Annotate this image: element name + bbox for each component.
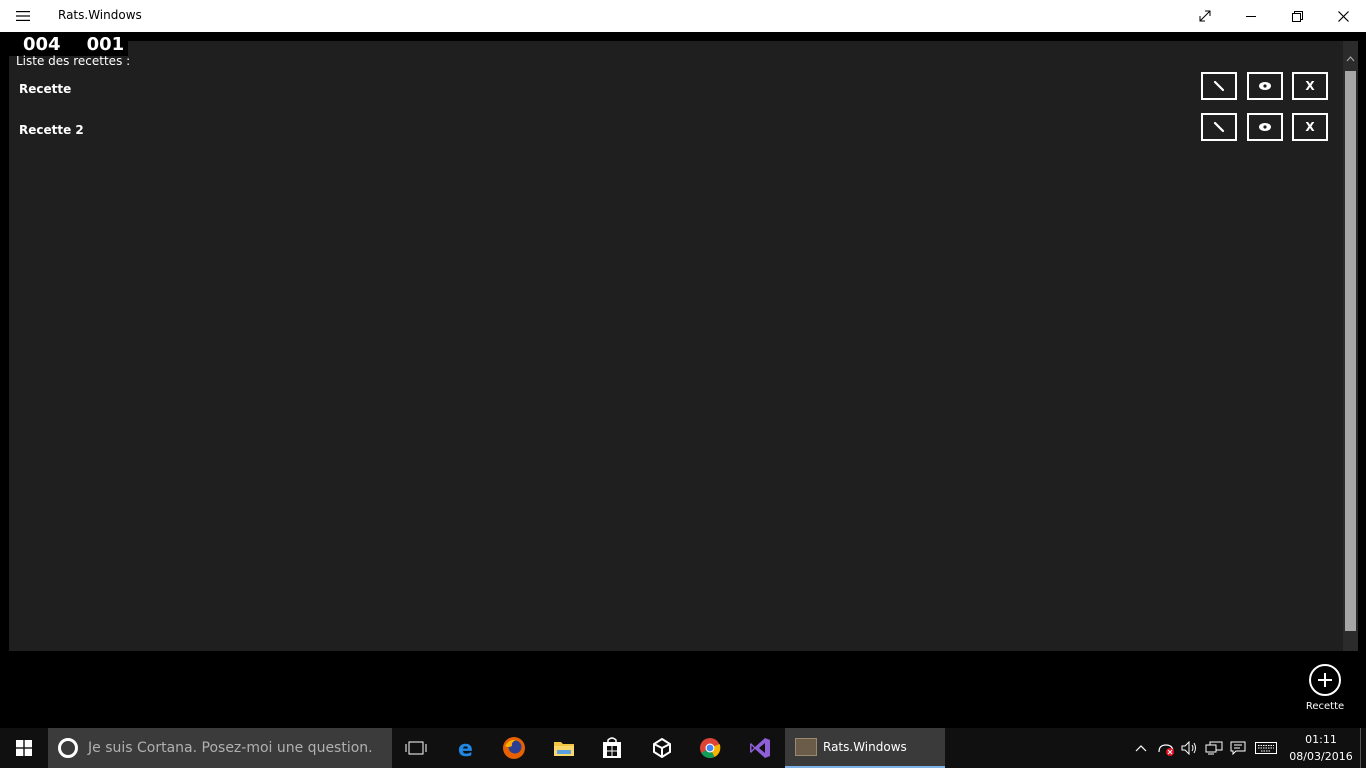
scroll-up-icon[interactable] — [1346, 55, 1355, 64]
active-app-label: Rats.Windows — [823, 740, 907, 754]
cortana-icon — [58, 738, 78, 758]
fullscreen-button[interactable] — [1182, 0, 1228, 32]
title-bar: Rats.Windows — [0, 0, 1366, 32]
unity-icon — [653, 738, 671, 758]
visual-studio-button[interactable] — [736, 728, 784, 768]
edit-button[interactable] — [1201, 113, 1237, 141]
firefox-icon — [503, 737, 525, 759]
close-button[interactable] — [1320, 0, 1366, 32]
cortana-search-box[interactable]: Je suis Cortana. Posez-moi une question. — [48, 728, 392, 768]
show-hidden-icons-button[interactable] — [1130, 728, 1152, 768]
add-recipe-label: Recette — [1305, 701, 1345, 712]
list-item: Recette X — [9, 72, 1343, 112]
minimize-icon — [1246, 16, 1256, 17]
recipe-name: Recette — [19, 82, 72, 96]
clock[interactable]: 01:11 08/03/2016 — [1286, 731, 1356, 765]
close-icon — [1337, 10, 1349, 22]
store-button[interactable] — [588, 728, 636, 768]
start-button[interactable] — [0, 728, 48, 768]
counters: 004 001 — [0, 32, 129, 56]
counter-left: 004 — [23, 34, 61, 55]
search-placeholder: Je suis Cortana. Posez-moi une question. — [88, 740, 373, 756]
recipe-name: Recette 2 — [19, 123, 84, 137]
rats-app-icon — [795, 738, 817, 756]
network-error-icon — [1158, 744, 1174, 756]
keyboard-icon — [1255, 742, 1277, 754]
eye-icon — [1259, 123, 1271, 131]
delete-button[interactable]: X — [1292, 113, 1328, 141]
show-desktop-button[interactable] — [1360, 728, 1361, 768]
eye-icon — [1259, 82, 1271, 90]
counter-right: 001 — [86, 34, 125, 55]
expand-icon — [1199, 10, 1211, 22]
visual-studio-icon — [750, 738, 770, 758]
pencil-icon — [1213, 80, 1225, 92]
scrollbar-thumb[interactable] — [1345, 71, 1356, 631]
svg-text:e: e — [458, 737, 473, 759]
list-item: Recette 2 X — [9, 113, 1343, 153]
volume-button[interactable] — [1178, 728, 1202, 768]
touch-keyboard-button[interactable] — [1252, 728, 1280, 768]
file-explorer-button[interactable] — [540, 728, 588, 768]
unity-button[interactable] — [638, 728, 686, 768]
plus-icon — [1309, 664, 1341, 696]
restore-icon — [1291, 10, 1303, 22]
chrome-icon — [700, 738, 721, 758]
clock-time: 01:11 — [1305, 733, 1337, 746]
task-view-button[interactable] — [392, 728, 440, 768]
taskbar-active-app[interactable]: Rats.Windows — [785, 728, 945, 768]
windows-logo-icon — [16, 740, 32, 756]
restore-button[interactable] — [1274, 0, 1320, 32]
vertical-scrollbar[interactable] — [1343, 41, 1358, 651]
folder-icon — [554, 742, 574, 756]
chevron-up-icon — [1135, 745, 1147, 752]
add-recipe-button[interactable]: Recette — [1300, 664, 1350, 718]
minimize-button[interactable] — [1228, 0, 1274, 32]
edge-icon: e — [458, 737, 473, 759]
monitor-icon — [1205, 741, 1223, 755]
delete-button[interactable]: X — [1292, 72, 1328, 100]
firefox-button[interactable] — [490, 728, 538, 768]
view-button[interactable] — [1247, 72, 1283, 100]
view-button[interactable] — [1247, 113, 1283, 141]
edit-button[interactable] — [1201, 72, 1237, 100]
taskbar: Je suis Cortana. Posez-moi une question.… — [0, 728, 1366, 768]
display-button[interactable] — [1202, 728, 1226, 768]
edge-browser-button[interactable]: e — [442, 728, 490, 768]
hamburger-menu-icon[interactable] — [12, 7, 34, 25]
notification-icon — [1230, 741, 1246, 755]
app-content: 004 001 Liste des recettes : Recette X R… — [0, 32, 1366, 728]
action-center-button[interactable] — [1226, 728, 1250, 768]
task-view-icon — [405, 741, 427, 755]
store-bag-icon — [603, 737, 621, 758]
pencil-icon — [1213, 121, 1225, 133]
chrome-button[interactable] — [686, 728, 734, 768]
clock-date: 08/03/2016 — [1289, 750, 1353, 763]
network-status-button[interactable] — [1154, 728, 1178, 768]
speaker-icon — [1181, 741, 1196, 755]
window-title: Rats.Windows — [58, 8, 142, 22]
list-title: Liste des recettes : — [16, 54, 131, 68]
